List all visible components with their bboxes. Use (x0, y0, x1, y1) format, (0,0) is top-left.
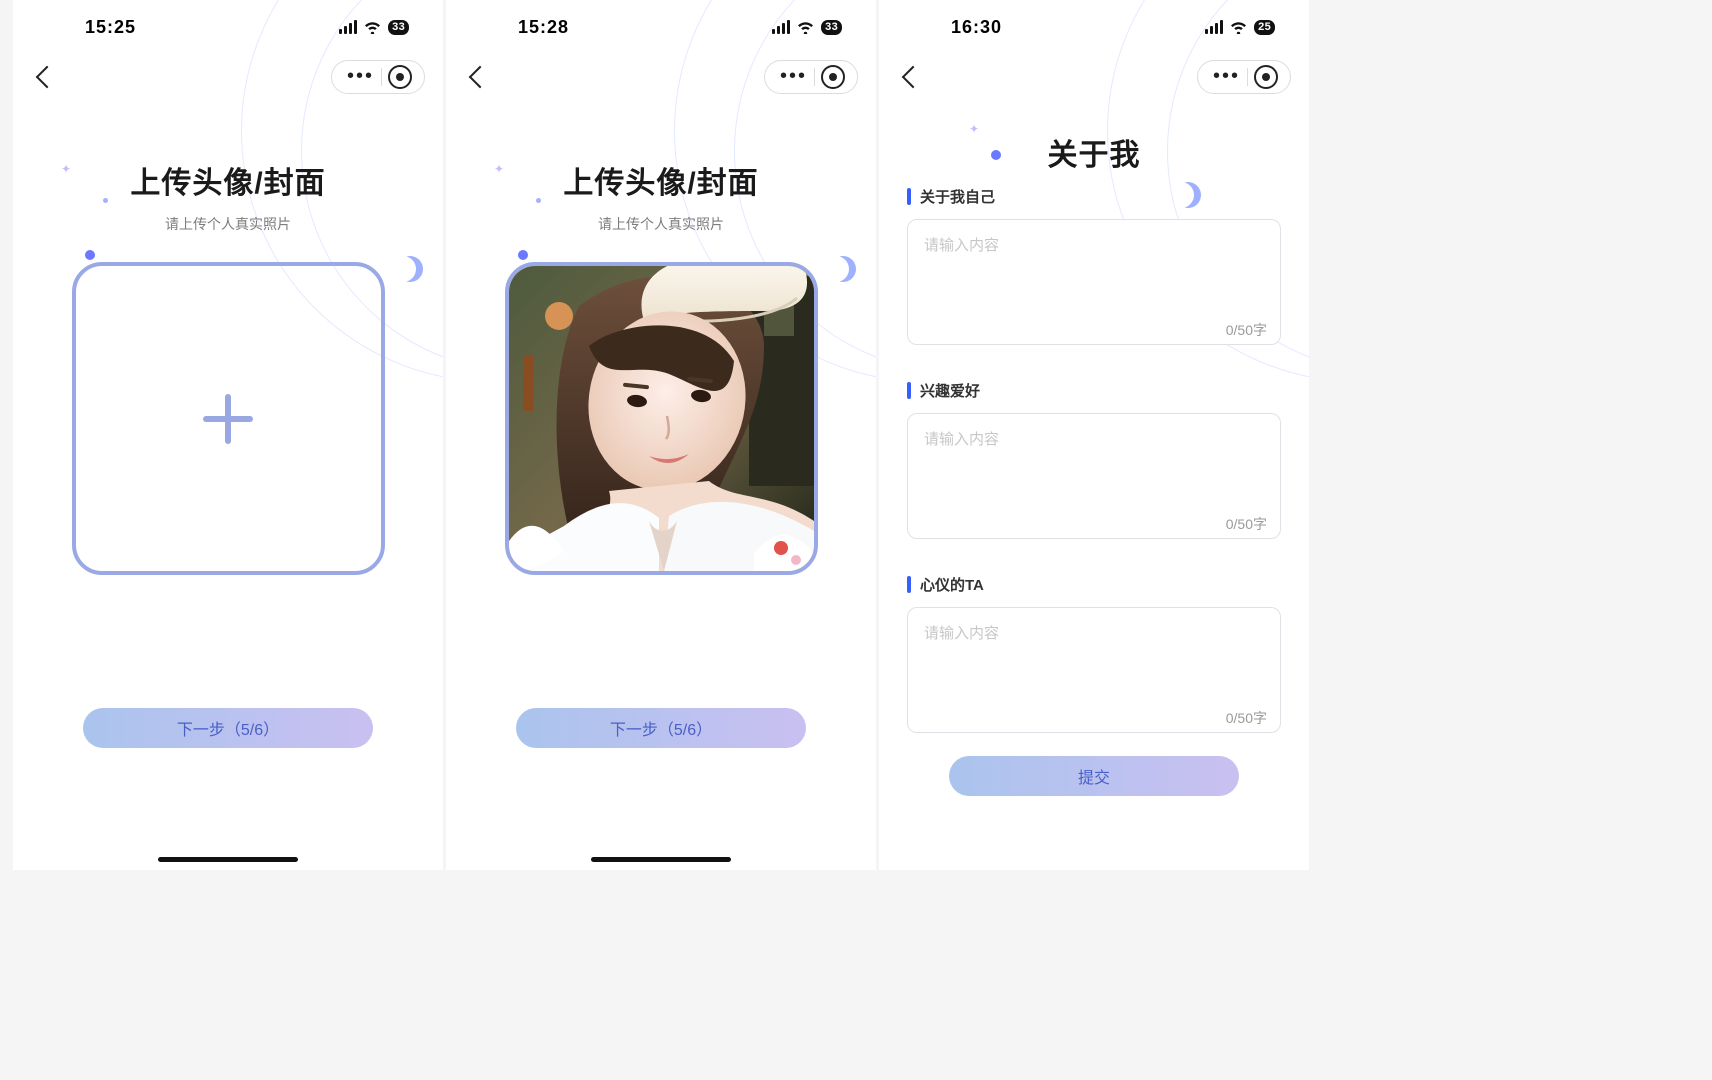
signal-icon (772, 20, 791, 34)
more-icon[interactable]: ••• (338, 76, 381, 78)
plus-icon (203, 394, 253, 444)
section-title: 心仪的TA (920, 574, 984, 595)
next-button[interactable]: 下一步（5/6） (516, 708, 806, 748)
upload-box[interactable] (72, 262, 385, 575)
signal-icon (1205, 20, 1224, 34)
miniprogram-capsule: ••• (1197, 60, 1291, 94)
section-title: 关于我自己 (920, 186, 995, 207)
status-icons: 33 (339, 20, 409, 35)
close-icon[interactable] (821, 65, 845, 89)
section-bar (907, 382, 911, 399)
nav-bar: ••• (446, 54, 876, 100)
status-bar: 15:28 33 (446, 0, 876, 54)
close-icon[interactable] (388, 65, 412, 89)
section-ideal-partner: 心仪的TA 0/50字 (907, 574, 1281, 738)
screen-about-form: 16:30 25 ••• ✦ 关于我 (879, 0, 1309, 870)
next-button[interactable]: 下一步（5/6） (83, 708, 373, 748)
status-time: 15:28 (518, 17, 569, 38)
uploaded-photo (509, 266, 814, 571)
more-icon[interactable]: ••• (1204, 76, 1247, 78)
char-counter: 0/50字 (1226, 514, 1267, 534)
signal-icon (339, 20, 358, 34)
page-title: 上传头像/封面 (494, 158, 828, 202)
section-bar (907, 576, 911, 593)
miniprogram-capsule: ••• (764, 60, 858, 94)
status-time: 16:30 (951, 17, 1002, 38)
battery-badge: 33 (821, 20, 842, 35)
screen-upload-empty: 15:25 33 ••• ✦ 上传头像/封面 请上传个人真实照片 (13, 0, 443, 870)
nav-bar: ••• (879, 54, 1309, 100)
battery-badge: 25 (1254, 20, 1275, 35)
battery-badge: 33 (388, 20, 409, 35)
dot-icon (518, 250, 528, 260)
section-bar (907, 188, 911, 205)
moon-icon (830, 256, 856, 282)
miniprogram-capsule: ••• (331, 60, 425, 94)
page-title: 上传头像/封面 (61, 158, 395, 202)
char-counter: 0/50字 (1226, 320, 1267, 340)
nav-bar: ••• (13, 54, 443, 100)
section-title: 兴趣爱好 (920, 380, 980, 401)
page-subtitle: 请上传个人真实照片 (494, 214, 828, 234)
section-hobbies: 兴趣爱好 0/50字 (907, 380, 1281, 544)
about-form: 关于我自己 0/50字 兴趣爱好 0/50字 (879, 186, 1309, 796)
page-title: 关于我 (927, 130, 1261, 174)
dot-icon (85, 250, 95, 260)
wifi-icon (797, 21, 814, 34)
back-icon[interactable] (36, 66, 59, 89)
close-icon[interactable] (1254, 65, 1278, 89)
status-time: 15:25 (85, 17, 136, 38)
upload-box[interactable] (505, 262, 818, 575)
back-icon[interactable] (902, 66, 925, 89)
status-bar: 15:25 33 (13, 0, 443, 54)
page-subtitle: 请上传个人真实照片 (61, 214, 395, 234)
back-icon[interactable] (469, 66, 492, 89)
screen-upload-filled: 15:28 33 ••• ✦ 上传头像/封面 请上传个人真实照片 (446, 0, 876, 870)
status-icons: 25 (1205, 20, 1275, 35)
moon-icon (1175, 182, 1201, 208)
submit-button[interactable]: 提交 (949, 756, 1239, 796)
home-indicator (158, 857, 298, 862)
status-bar: 16:30 25 (879, 0, 1309, 54)
char-counter: 0/50字 (1226, 708, 1267, 728)
home-indicator (591, 857, 731, 862)
section-about-self: 关于我自己 0/50字 (907, 186, 1281, 350)
wifi-icon (364, 21, 381, 34)
moon-icon (397, 256, 423, 282)
status-icons: 33 (772, 20, 842, 35)
more-icon[interactable]: ••• (771, 76, 814, 78)
wifi-icon (1230, 21, 1247, 34)
